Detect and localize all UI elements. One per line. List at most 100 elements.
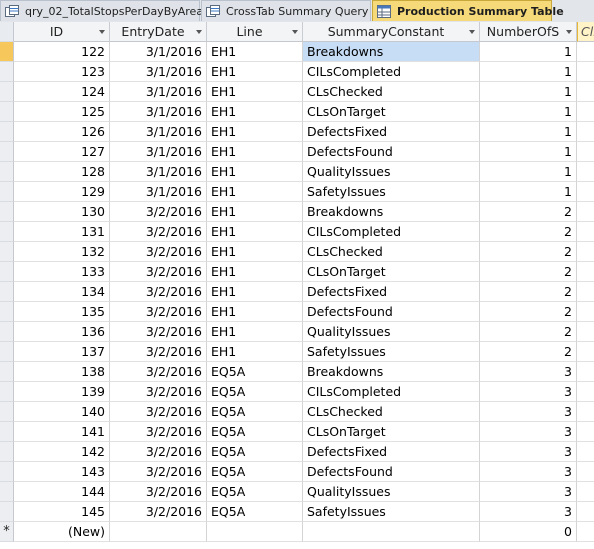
record-selector[interactable] [0, 262, 14, 282]
cell-summary-constant[interactable] [303, 522, 480, 542]
cell-entry-date[interactable]: 3/2/2016 [110, 362, 207, 382]
cell-id[interactable]: 138 [14, 362, 110, 382]
record-selector[interactable] [0, 282, 14, 302]
cell-summary-constant[interactable]: CLsChecked [303, 242, 480, 262]
cell-line[interactable]: EQ5A [207, 442, 303, 462]
record-selector[interactable] [0, 102, 14, 122]
cell-summary-constant[interactable]: SafetyIssues [303, 502, 480, 522]
cell-line[interactable]: EH1 [207, 322, 303, 342]
cell-id[interactable]: 139 [14, 382, 110, 402]
column-header-id[interactable]: ID [14, 22, 110, 42]
cell-summary-constant[interactable]: DefectsFound [303, 302, 480, 322]
cell-summary-constant[interactable]: QualityIssues [303, 482, 480, 502]
cell-number-of-stops[interactable]: 3 [480, 482, 577, 502]
cell-id[interactable]: 133 [14, 262, 110, 282]
cell-number-of-stops[interactable]: 2 [480, 302, 577, 322]
cell-summary-constant[interactable]: CLsOnTarget [303, 102, 480, 122]
record-selector[interactable] [0, 202, 14, 222]
cell-entry-date[interactable]: 3/2/2016 [110, 222, 207, 242]
cell-id[interactable]: (New) [14, 522, 110, 542]
cell-add-field[interactable] [577, 262, 594, 282]
cell-line[interactable]: EQ5A [207, 402, 303, 422]
cell-number-of-stops[interactable]: 2 [480, 242, 577, 262]
record-selector[interactable] [0, 302, 14, 322]
cell-add-field[interactable] [577, 222, 594, 242]
cell-line[interactable]: EH1 [207, 202, 303, 222]
cell-summary-constant[interactable]: CILsCompleted [303, 382, 480, 402]
record-selector[interactable] [0, 502, 14, 522]
cell-line[interactable]: EH1 [207, 262, 303, 282]
cell-entry-date[interactable]: 3/1/2016 [110, 122, 207, 142]
record-selector[interactable] [0, 62, 14, 82]
cell-add-field[interactable] [577, 442, 594, 462]
record-selector[interactable] [0, 142, 14, 162]
cell-summary-constant[interactable]: CILsCompleted [303, 222, 480, 242]
cell-add-field[interactable] [577, 462, 594, 482]
cell-id[interactable]: 125 [14, 102, 110, 122]
cell-add-field[interactable] [577, 322, 594, 342]
cell-number-of-stops[interactable]: 2 [480, 262, 577, 282]
cell-number-of-stops[interactable]: 1 [480, 42, 577, 62]
cell-summary-constant[interactable]: SafetyIssues [303, 342, 480, 362]
cell-add-field[interactable] [577, 362, 594, 382]
cell-id[interactable]: 130 [14, 202, 110, 222]
cell-add-field[interactable] [577, 202, 594, 222]
cell-id[interactable]: 134 [14, 282, 110, 302]
cell-line[interactable]: EQ5A [207, 502, 303, 522]
cell-summary-constant[interactable]: DefectsFixed [303, 282, 480, 302]
tab-qry-02-total-stops[interactable]: qry_02_TotalStopsPerDayByArea [0, 0, 203, 21]
cell-entry-date[interactable]: 3/2/2016 [110, 402, 207, 422]
cell-entry-date[interactable]: 3/2/2016 [110, 202, 207, 222]
cell-summary-constant[interactable]: Breakdowns [303, 42, 480, 62]
cell-summary-constant[interactable]: DefectsFound [303, 462, 480, 482]
cell-number-of-stops[interactable]: 3 [480, 442, 577, 462]
cell-id[interactable]: 126 [14, 122, 110, 142]
cell-number-of-stops[interactable]: 2 [480, 342, 577, 362]
cell-number-of-stops[interactable]: 1 [480, 122, 577, 142]
cell-id[interactable]: 135 [14, 302, 110, 322]
record-selector[interactable] [0, 342, 14, 362]
record-selector[interactable] [0, 382, 14, 402]
record-selector[interactable] [0, 422, 14, 442]
cell-add-field[interactable] [577, 122, 594, 142]
cell-line[interactable]: EQ5A [207, 462, 303, 482]
cell-entry-date[interactable]: 3/1/2016 [110, 162, 207, 182]
cell-add-field[interactable] [577, 422, 594, 442]
cell-entry-date[interactable]: 3/1/2016 [110, 102, 207, 122]
cell-add-field[interactable] [577, 142, 594, 162]
cell-id[interactable]: 143 [14, 462, 110, 482]
cell-line[interactable]: EQ5A [207, 362, 303, 382]
cell-entry-date[interactable]: 3/2/2016 [110, 442, 207, 462]
cell-add-field[interactable] [577, 482, 594, 502]
column-header-numberofstops[interactable]: NumberOfS [480, 22, 577, 42]
dropdown-arrow-icon[interactable] [566, 30, 572, 34]
cell-line[interactable]: EH1 [207, 342, 303, 362]
cell-summary-constant[interactable]: QualityIssues [303, 322, 480, 342]
record-selector[interactable] [0, 182, 14, 202]
cell-summary-constant[interactable]: Breakdowns [303, 362, 480, 382]
cell-entry-date[interactable]: 3/2/2016 [110, 482, 207, 502]
cell-entry-date[interactable]: 3/2/2016 [110, 302, 207, 322]
cell-id[interactable]: 124 [14, 82, 110, 102]
record-selector[interactable] [0, 442, 14, 462]
cell-summary-constant[interactable]: SafetyIssues [303, 182, 480, 202]
cell-summary-constant[interactable]: CLsChecked [303, 402, 480, 422]
cell-number-of-stops[interactable]: 3 [480, 362, 577, 382]
dropdown-arrow-icon[interactable] [196, 30, 202, 34]
cell-number-of-stops[interactable]: 1 [480, 82, 577, 102]
cell-line[interactable]: EQ5A [207, 422, 303, 442]
cell-add-field[interactable] [577, 342, 594, 362]
cell-line[interactable]: EH1 [207, 142, 303, 162]
record-selector[interactable] [0, 242, 14, 262]
tab-production-summary-table[interactable]: Production Summary Table [372, 0, 564, 21]
record-selector[interactable] [0, 362, 14, 382]
record-selector[interactable] [0, 162, 14, 182]
record-selector[interactable] [0, 482, 14, 502]
record-selector[interactable] [0, 42, 14, 62]
cell-entry-date[interactable]: 3/2/2016 [110, 342, 207, 362]
cell-id[interactable]: 144 [14, 482, 110, 502]
dropdown-arrow-icon[interactable] [99, 30, 105, 34]
cell-summary-constant[interactable]: CILsCompleted [303, 62, 480, 82]
cell-id[interactable]: 128 [14, 162, 110, 182]
record-selector[interactable] [0, 122, 14, 142]
